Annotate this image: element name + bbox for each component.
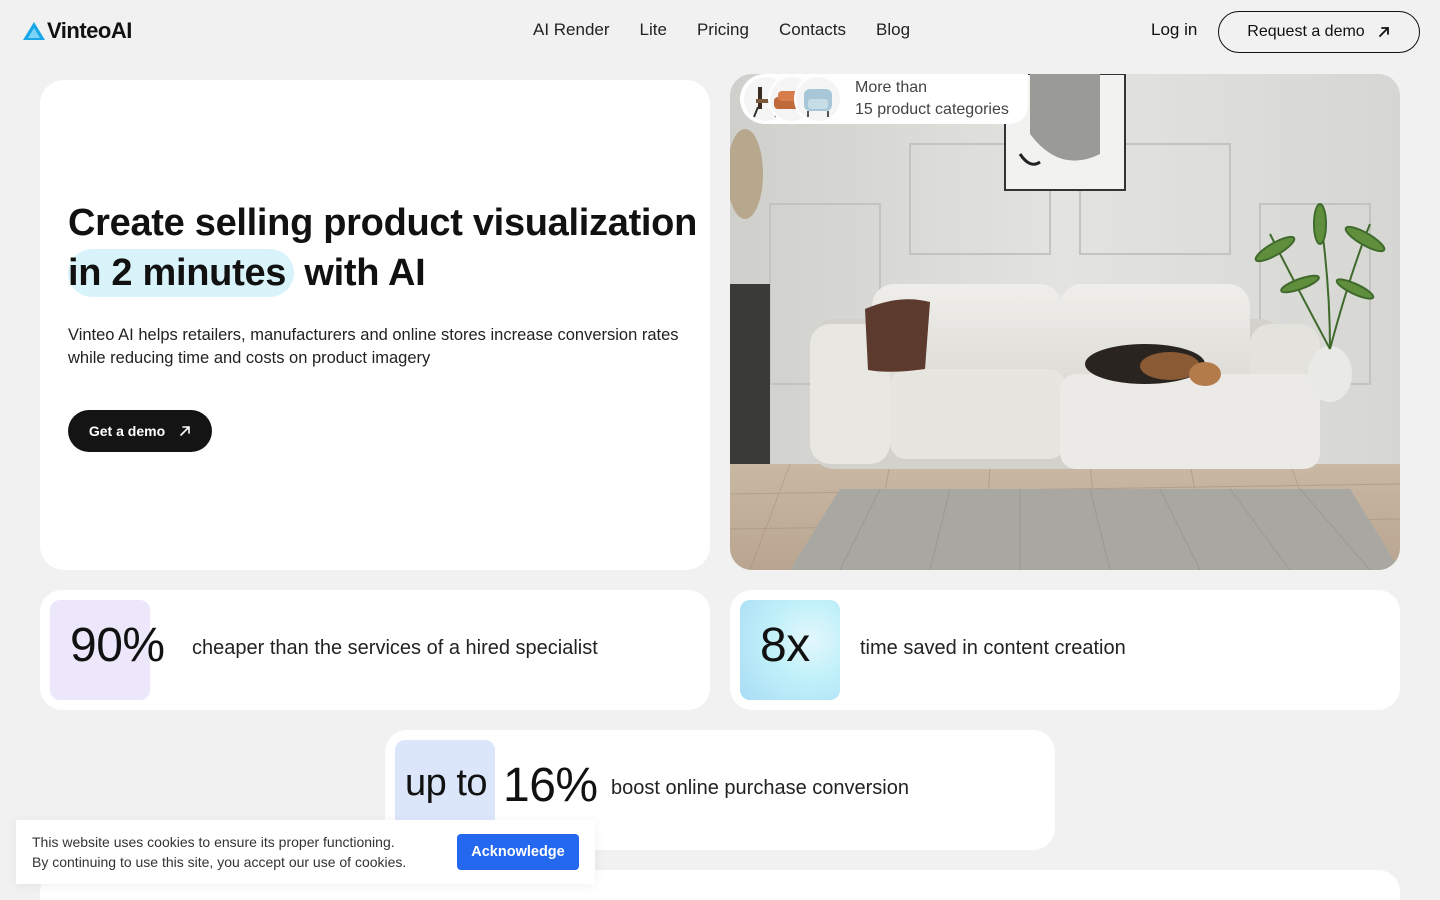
hero-title-rest: with AI	[304, 252, 426, 294]
site-header: VinteoAI AI Render Lite Pricing Contacts…	[0, 0, 1440, 64]
cookie-message: This website uses cookies to ensure its …	[32, 832, 406, 872]
hero-living-room-image	[730, 74, 1400, 570]
cookie-line1: This website uses cookies to ensure its …	[32, 834, 395, 850]
nav-lite[interactable]: Lite	[640, 20, 667, 40]
login-link[interactable]: Log in	[1151, 20, 1197, 40]
stat-value: 90%	[70, 619, 165, 672]
vinteo-logo[interactable]: VinteoAI	[22, 18, 132, 44]
category-thumbnails	[740, 74, 850, 124]
categories-line1: More than	[855, 79, 928, 96]
hero-subtitle: Vinteo AI helps retailers, manufacturers…	[68, 326, 679, 367]
hero-title-highlight: in 2 minutes	[68, 249, 295, 297]
stat-card-cost: 90% cheaper than the services of a hired…	[40, 590, 710, 710]
nav-ai-render[interactable]: AI Render	[533, 20, 610, 40]
stat-text: time saved in content creation	[860, 637, 1126, 659]
nav-pricing[interactable]: Pricing	[697, 20, 749, 40]
main-nav: AI Render Lite Pricing Contacts Blog	[533, 20, 910, 40]
cookie-line2: By continuing to use this site, you acce…	[32, 854, 407, 870]
categories-text: More than 15 product categories	[855, 77, 1009, 121]
arrow-up-right-icon	[1378, 27, 1389, 37]
stat-value-prefix: up to	[405, 762, 488, 804]
product-categories-pill: More than 15 product categories	[740, 74, 1028, 124]
cookie-banner: This website uses cookies to ensure its …	[16, 820, 595, 884]
stat-value: 16%	[503, 759, 598, 812]
stat-value: 8x	[760, 619, 810, 672]
hero-title: Create selling product visualization in …	[68, 198, 698, 298]
request-demo-label: Request a demo	[1247, 23, 1365, 40]
acknowledge-button[interactable]: Acknowledge	[457, 834, 579, 870]
get-demo-button[interactable]: Get a demo	[68, 410, 212, 452]
get-demo-label: Get a demo	[88, 423, 166, 439]
categories-line2: 15 product categories	[855, 101, 1009, 118]
arrow-up-right-icon	[180, 426, 190, 436]
stat-card-time: 8x time saved in content creation	[730, 590, 1400, 710]
logo-triangle-icon	[23, 22, 45, 40]
request-demo-button[interactable]: Request a demo	[1218, 11, 1420, 53]
hero-card: Create selling product visualization in …	[40, 80, 710, 570]
armchair-thumbnail-icon	[794, 75, 842, 123]
hero-title-line1: Create selling product visualization	[68, 202, 698, 244]
logo-text: VinteoAI	[47, 18, 132, 43]
stat-text: boost online purchase conversion	[611, 777, 909, 799]
stat-text: cheaper than the services of a hired spe…	[192, 637, 598, 659]
nav-blog[interactable]: Blog	[876, 20, 910, 40]
nav-contacts[interactable]: Contacts	[779, 20, 846, 40]
